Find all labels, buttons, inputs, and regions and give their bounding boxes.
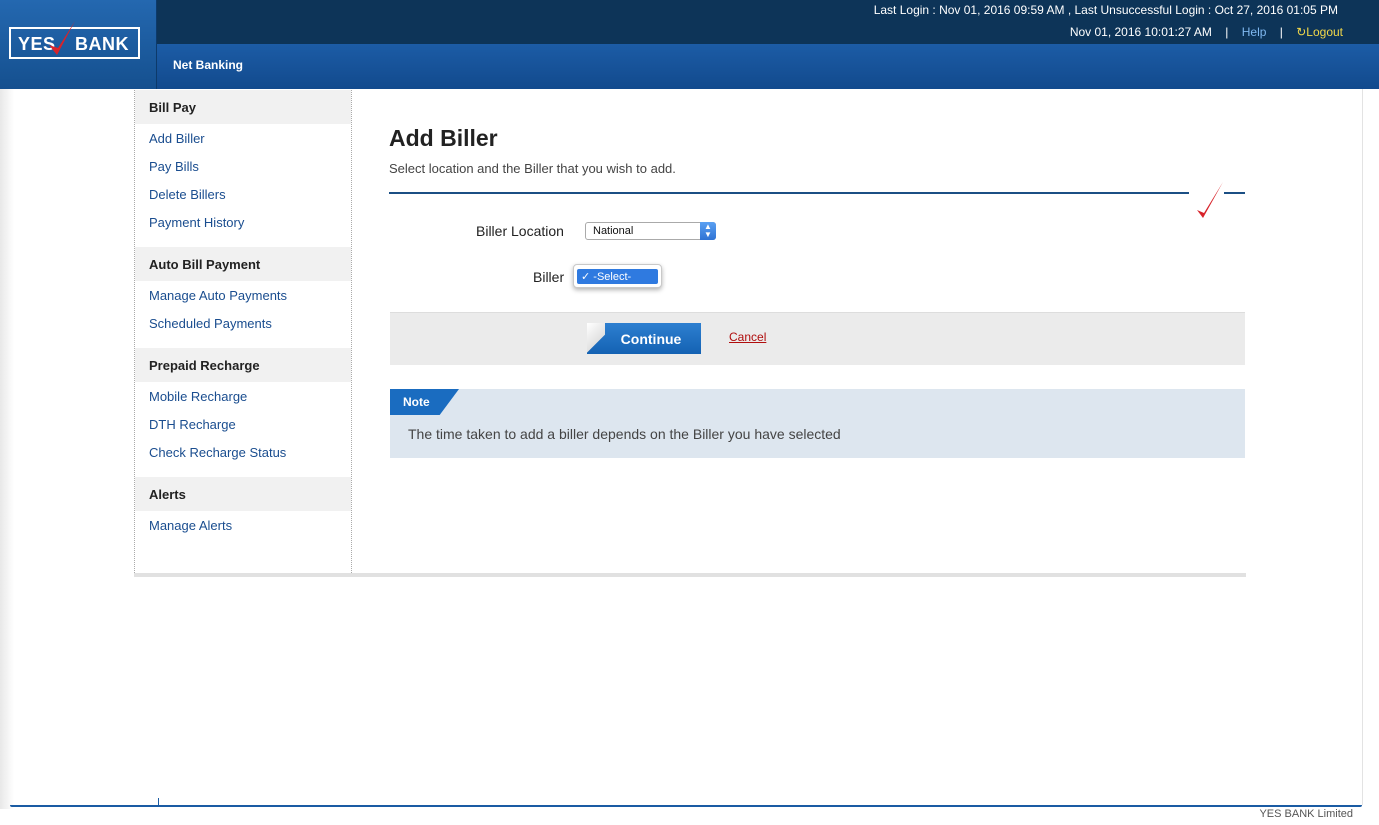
separator: |	[1225, 25, 1229, 39]
biller-location-value: National	[593, 225, 634, 237]
page-subtitle: Select location and the Biller that you …	[389, 161, 676, 176]
separator: |	[1279, 25, 1283, 39]
net-banking-label: Net Banking	[173, 58, 244, 72]
logo-tick-icon	[49, 21, 75, 55]
top-links: Nov 01, 2016 10:01:27 AM | Help | ↻Logou…	[1070, 25, 1343, 39]
note-box: Note The time taken to add a biller depe…	[390, 389, 1245, 458]
logout-label: Logout	[1306, 25, 1343, 39]
continue-label: Continue	[620, 330, 682, 347]
footer-tick	[158, 798, 159, 806]
checkmark-icon: ✓	[581, 271, 591, 283]
logo-panel: YES BANK	[0, 0, 157, 89]
header: YES BANK Last Login : Nov 01, 2016 09:59…	[0, 0, 1379, 89]
right-frame	[1362, 89, 1363, 805]
content-bottom-border	[134, 573, 1246, 577]
bottom-frame	[10, 805, 1362, 807]
sidebar-heading-bill-pay: Bill Pay	[135, 90, 351, 124]
sidebar-item-payment-history[interactable]: Payment History	[135, 208, 351, 236]
yes-bank-logo[interactable]: YES BANK	[9, 21, 140, 59]
sidebar-heading-auto-bill-payment: Auto Bill Payment	[135, 247, 351, 281]
note-text: The time taken to add a biller depends o…	[408, 426, 841, 442]
sidebar: Bill Pay Add Biller Pay Bills Delete Bil…	[134, 90, 352, 573]
button-shine	[587, 323, 605, 354]
sidebar-item-dth-recharge[interactable]: DTH Recharge	[135, 410, 351, 438]
current-time: Nov 01, 2016 10:01:27 AM	[1069, 25, 1212, 39]
select-arrows-icon: ▲ ▼	[700, 222, 716, 240]
title-divider-end	[1224, 192, 1245, 194]
cancel-link[interactable]: Cancel	[729, 330, 766, 344]
note-tag: Note	[390, 389, 459, 415]
help-link[interactable]: Help	[1242, 25, 1267, 39]
biller-location-select[interactable]: National ▲ ▼	[585, 222, 716, 240]
page-title: Add Biller	[389, 125, 498, 151]
biller-location-label: Biller Location	[476, 223, 564, 239]
continue-button[interactable]: Continue	[587, 323, 701, 354]
biller-select[interactable]: ✓ -Select-	[573, 264, 662, 288]
footer-copyright: YES BANK Limited	[1259, 808, 1353, 820]
biller-option-label: -Select-	[593, 271, 632, 283]
logo-text-bank: BANK	[75, 34, 129, 54]
action-bar	[390, 312, 1245, 365]
sidebar-heading-prepaid-recharge: Prepaid Recharge	[135, 348, 351, 382]
brand-tick-icon	[1197, 182, 1223, 218]
title-divider	[389, 192, 1189, 194]
sidebar-item-pay-bills[interactable]: Pay Bills	[135, 152, 351, 180]
sidebar-item-add-biller[interactable]: Add Biller	[135, 124, 351, 152]
sidebar-item-delete-billers[interactable]: Delete Billers	[135, 180, 351, 208]
logout-icon: ↻	[1296, 25, 1307, 39]
sidebar-item-check-recharge-status[interactable]: Check Recharge Status	[135, 438, 351, 466]
biller-option-select[interactable]: ✓ -Select-	[577, 269, 658, 284]
sidebar-item-manage-alerts[interactable]: Manage Alerts	[135, 511, 351, 539]
sidebar-item-manage-auto-payments[interactable]: Manage Auto Payments	[135, 281, 351, 309]
sidebar-heading-alerts: Alerts	[135, 477, 351, 511]
logout-link[interactable]: ↻Logout	[1296, 25, 1343, 39]
sidebar-item-scheduled-payments[interactable]: Scheduled Payments	[135, 309, 351, 337]
biller-label: Biller	[533, 269, 565, 285]
last-login-info: Last Login : Nov 01, 2016 09:59 AM , Las…	[873, 3, 1338, 17]
sidebar-item-mobile-recharge[interactable]: Mobile Recharge	[135, 382, 351, 410]
left-frame	[0, 89, 14, 809]
